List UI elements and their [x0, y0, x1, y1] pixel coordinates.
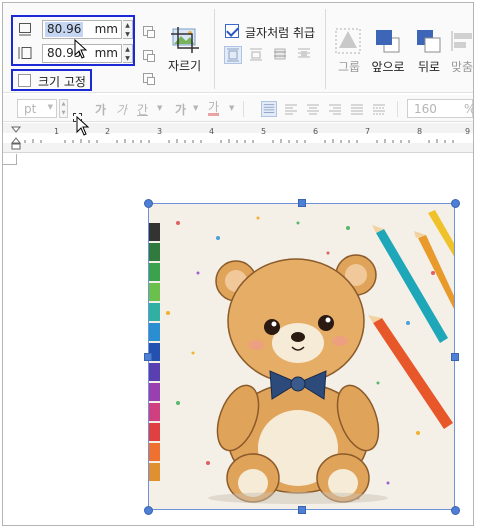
- font-size-unit: pt: [24, 102, 37, 116]
- send-backward-icon: [417, 30, 441, 53]
- line-spacing-value: 160: [414, 102, 437, 116]
- treat-as-text-checkbox[interactable]: [225, 24, 239, 38]
- ribbon-divider: [214, 9, 215, 89]
- mouse-cursor-icon: [76, 116, 90, 136]
- crop-label: 자르기: [168, 59, 202, 73]
- align-label: 맞춤: [451, 60, 474, 74]
- resize-handle-bottom[interactable]: [298, 506, 306, 514]
- align-right-icon[interactable]: [327, 102, 343, 118]
- dropdown-arrow-icon: ▼: [47, 103, 53, 111]
- crop-button[interactable]: 자르기: [164, 23, 208, 79]
- size-lock[interactable]: 크기 고정: [11, 69, 92, 91]
- align-center-icon[interactable]: [305, 102, 321, 118]
- underline-icon[interactable]: 간: [137, 101, 148, 118]
- ruler-number: 4: [209, 127, 215, 136]
- ruler-number: 5: [261, 127, 267, 136]
- margin-mark: [16, 154, 17, 165]
- line-spacing-select[interactable]: 160 %: [407, 99, 473, 118]
- spin-up-icon[interactable]: ▲: [123, 45, 132, 54]
- dropdown-arrow-icon[interactable]: ▼: [157, 104, 162, 112]
- size-group: 80.96 mm ▲ ▼ 80.95 mm ▲ ▼: [11, 15, 135, 66]
- spin-down-icon[interactable]: ▼: [123, 54, 132, 63]
- resize-handle-right[interactable]: [451, 353, 459, 361]
- horizontal-ruler[interactable]: 1 2 3 4 5 6 7 8 9: [3, 123, 473, 153]
- group-label: 그룹: [337, 60, 361, 74]
- resize-handle-bottom-right[interactable]: [451, 506, 460, 515]
- toolbar-divider: [397, 101, 398, 117]
- justify-icon[interactable]: [261, 101, 277, 117]
- mouse-cursor-icon: [74, 39, 88, 59]
- spin-up-icon[interactable]: ▲: [60, 100, 67, 109]
- ruler-number: 7: [365, 127, 371, 136]
- wrap-front-icon[interactable]: [296, 46, 314, 64]
- height-row: 80.95 mm ▲ ▼: [13, 43, 133, 65]
- align-left-icon[interactable]: [283, 102, 299, 118]
- dropdown-arrow-icon[interactable]: ▼: [193, 104, 198, 112]
- size-lock-label: 크기 고정: [38, 75, 86, 89]
- width-row: 80.96 mm ▲ ▼: [13, 19, 133, 41]
- font-color-icon[interactable]: 가: [208, 101, 220, 116]
- font-size-spinner[interactable]: ▲ ▼: [59, 99, 68, 118]
- strikethrough-icon[interactable]: 가: [175, 101, 186, 118]
- resize-handle-bottom-left[interactable]: [144, 506, 153, 515]
- crop-icon: [171, 27, 199, 53]
- margin-mark: [3, 164, 17, 165]
- dropdown-arrow-icon[interactable]: ▼: [229, 104, 234, 112]
- ruler-number: 8: [417, 127, 423, 136]
- treat-as-text-toggle[interactable]: 글자처럼 취급: [225, 24, 325, 42]
- original-size-icon[interactable]: [142, 25, 156, 39]
- italic-icon[interactable]: 가: [116, 101, 127, 118]
- bring-forward-label: 앞으로: [371, 60, 405, 74]
- wrap-behind-icon[interactable]: [272, 46, 290, 64]
- send-backward-label: 뒤로: [417, 60, 441, 74]
- selection-outline: [148, 203, 455, 510]
- ruler-number: 9: [465, 127, 471, 136]
- width-icon: [19, 23, 31, 36]
- width-unit: mm: [94, 22, 118, 36]
- wrap-tight-icon[interactable]: [248, 46, 266, 64]
- height-spinner[interactable]: ▲ ▼: [123, 44, 133, 63]
- group-icon: [335, 28, 361, 54]
- send-backward-button[interactable]: 뒤로: [409, 25, 449, 77]
- align-icon: [451, 31, 472, 51]
- spin-up-icon[interactable]: ▲: [123, 21, 132, 30]
- group-button[interactable]: 그룹: [329, 25, 369, 77]
- fit-width-icon[interactable]: [142, 49, 156, 63]
- ruler-number: 1: [54, 127, 60, 136]
- width-spinner[interactable]: ▲ ▼: [123, 20, 133, 39]
- distribute-icon[interactable]: [349, 102, 365, 118]
- toolbar-divider: [243, 101, 244, 117]
- ruler-number: 2: [105, 127, 111, 136]
- align-button[interactable]: 맞춤: [447, 25, 474, 77]
- app-window: 80.96 mm ▲ ▼ 80.95 mm ▲ ▼ 크기 고정 자르기 글자처럼…: [2, 2, 474, 526]
- resize-handle-top-left[interactable]: [144, 199, 153, 208]
- resize-handle-left[interactable]: [144, 353, 152, 361]
- width-value[interactable]: 80.96: [45, 22, 84, 37]
- height-unit: mm: [94, 46, 118, 60]
- height-icon: [18, 47, 32, 59]
- bring-forward-icon: [376, 30, 400, 53]
- wrap-square-icon[interactable]: [224, 46, 242, 64]
- ruler-number: 6: [313, 127, 319, 136]
- ruler-number: 3: [157, 127, 163, 136]
- resize-handle-top-right[interactable]: [451, 199, 460, 208]
- ruler-ticks: [3, 126, 473, 150]
- bold-icon[interactable]: 가: [95, 101, 106, 118]
- bring-forward-button[interactable]: 앞으로: [368, 25, 408, 77]
- size-lock-checkbox[interactable]: [18, 74, 31, 87]
- spin-down-icon[interactable]: ▼: [60, 109, 67, 118]
- split-distribute-icon[interactable]: [371, 102, 387, 118]
- line-spacing-unit: %: [464, 102, 473, 116]
- treat-as-text-label: 글자처럼 취급: [245, 26, 316, 40]
- resize-handle-top[interactable]: [298, 199, 306, 207]
- ribbon-divider: [325, 9, 326, 89]
- width-input[interactable]: 80.96 mm: [42, 20, 122, 39]
- spin-down-icon[interactable]: ▼: [123, 30, 132, 39]
- font-size-unit-select[interactable]: pt ▼: [17, 99, 57, 118]
- fit-height-icon[interactable]: [142, 72, 156, 86]
